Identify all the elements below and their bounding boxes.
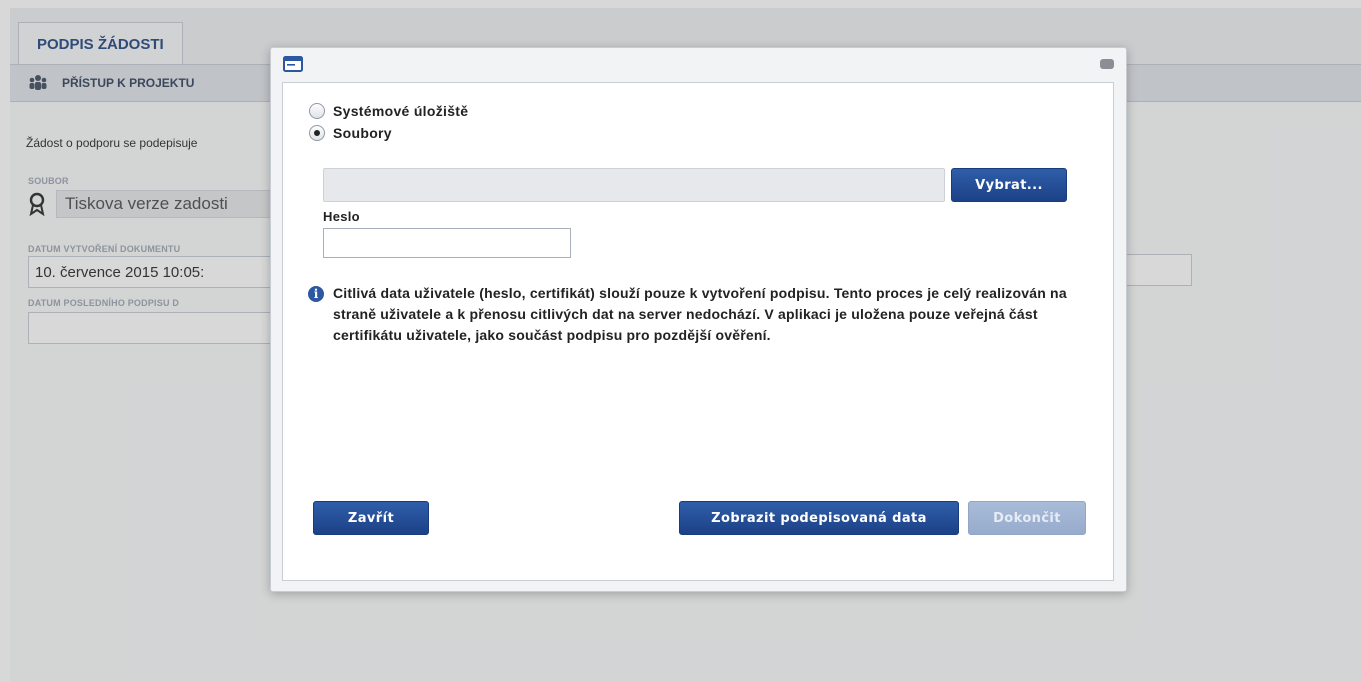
password-label: Heslo xyxy=(323,209,360,224)
window-icon xyxy=(283,56,303,77)
sign-dialog: Systémové úložiště Soubory Vybrat... Hes… xyxy=(270,47,1127,592)
close-button[interactable]: Zavřít xyxy=(313,501,429,535)
dialog-body: Systémové úložiště Soubory Vybrat... Hes… xyxy=(282,82,1114,581)
radio-button[interactable] xyxy=(309,125,325,141)
finish-button[interactable]: Dokončit xyxy=(968,501,1086,535)
password-input[interactable] xyxy=(323,228,571,258)
radio-button[interactable] xyxy=(309,103,325,119)
close-icon[interactable] xyxy=(1100,59,1114,69)
radio-label: Systémové úložiště xyxy=(333,103,469,119)
radio-system-storage[interactable]: Systémové úložiště xyxy=(309,103,468,119)
info-text: Citlivá data uživatele (heslo, certifiká… xyxy=(333,285,1067,343)
info-icon: i xyxy=(308,286,324,302)
file-path-field[interactable] xyxy=(323,168,945,202)
radio-files[interactable]: Soubory xyxy=(309,125,392,141)
show-signed-data-button[interactable]: Zobrazit podepisovaná data xyxy=(679,501,959,535)
select-file-button[interactable]: Vybrat... xyxy=(951,168,1067,202)
radio-label: Soubory xyxy=(333,125,392,141)
